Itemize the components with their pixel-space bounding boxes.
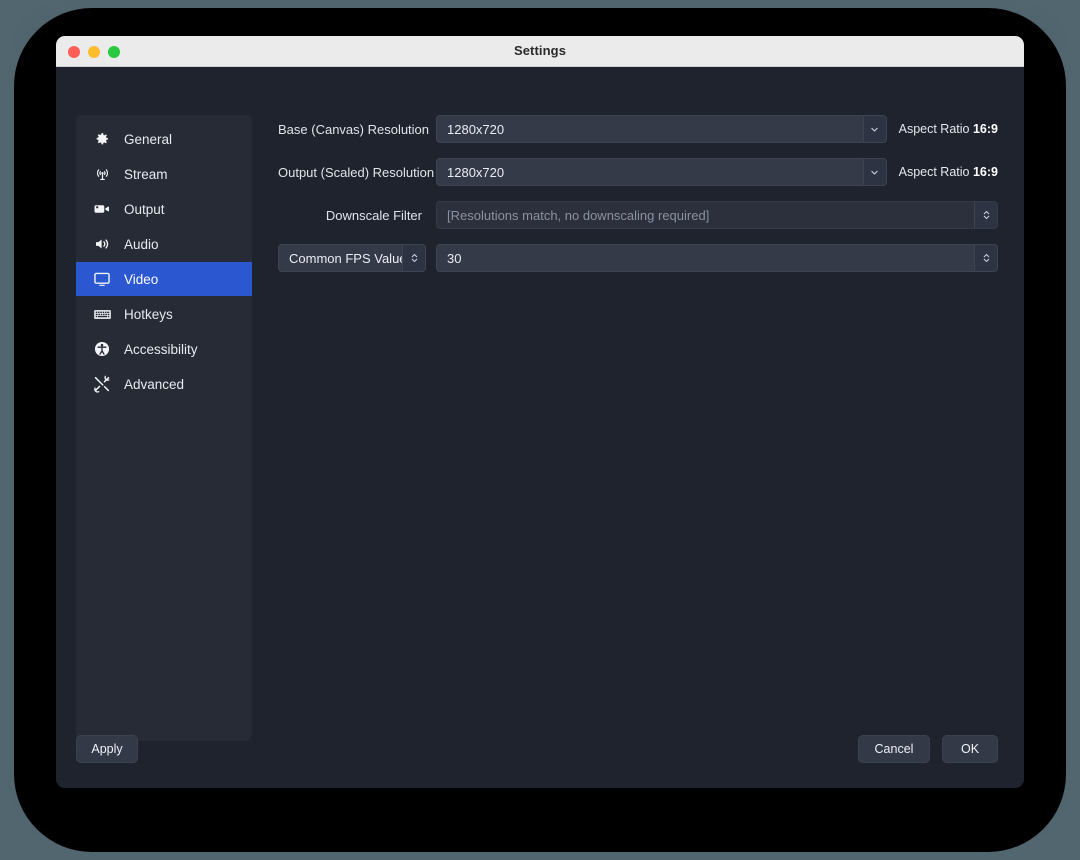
video-camera-icon <box>92 199 112 219</box>
base-resolution-row: Base (Canvas) Resolution 1280x720 Aspect… <box>278 115 998 143</box>
sidebar-item-label: Accessibility <box>124 342 198 357</box>
sidebar-item-hotkeys[interactable]: Hotkeys <box>76 297 252 331</box>
sidebar-item-label: Advanced <box>124 377 184 392</box>
sidebar-item-audio[interactable]: Audio <box>76 227 252 261</box>
downscale-filter-value: [Resolutions match, no downscaling requi… <box>437 202 974 228</box>
fps-type-value: Common FPS Values <box>279 245 402 271</box>
output-resolution-label: Output (Scaled) Resolution <box>278 165 436 180</box>
output-aspect-ratio: Aspect Ratio 16:9 <box>899 165 998 179</box>
fps-row: Common FPS Values 30 <box>278 244 998 272</box>
keyboard-icon <box>92 304 112 324</box>
sidebar-item-advanced[interactable]: Advanced <box>76 367 252 401</box>
gear-icon <box>92 129 112 149</box>
tools-icon <box>92 374 112 394</box>
accessibility-icon <box>92 339 112 359</box>
base-resolution-value: 1280x720 <box>437 116 863 142</box>
downscale-filter-combobox[interactable]: [Resolutions match, no downscaling requi… <box>436 201 998 229</box>
fps-type-combobox[interactable]: Common FPS Values <box>278 244 426 272</box>
output-aspect-ratio-value: 16:9 <box>973 165 998 179</box>
video-settings-form: Base (Canvas) Resolution 1280x720 Aspect… <box>278 115 998 287</box>
sidebar-item-label: Stream <box>124 167 168 182</box>
sidebar-item-label: Output <box>124 202 165 217</box>
base-aspect-ratio: Aspect Ratio 16:9 <box>899 122 998 136</box>
base-aspect-ratio-value: 16:9 <box>973 122 998 136</box>
settings-sidebar: General Stream <box>76 115 252 741</box>
chevron-down-icon[interactable] <box>863 116 886 142</box>
sidebar-item-video[interactable]: Video <box>76 262 252 296</box>
spinner-updown-icon[interactable] <box>974 202 997 228</box>
spinner-updown-icon[interactable] <box>402 245 425 271</box>
output-resolution-combobox[interactable]: 1280x720 <box>436 158 887 186</box>
settings-window: Settings General <box>56 36 1024 788</box>
output-resolution-row: Output (Scaled) Resolution 1280x720 Aspe… <box>278 158 998 186</box>
downscale-filter-label: Downscale Filter <box>278 208 436 223</box>
downscale-filter-row: Downscale Filter [Resolutions match, no … <box>278 201 998 229</box>
window-body: General Stream <box>56 67 1024 788</box>
broadcast-icon <box>92 164 112 184</box>
sidebar-item-general[interactable]: General <box>76 122 252 156</box>
spinner-updown-icon[interactable] <box>974 245 997 271</box>
sidebar-item-stream[interactable]: Stream <box>76 157 252 191</box>
sidebar-item-label: General <box>124 132 172 147</box>
monitor-icon <box>92 269 112 289</box>
fps-value-combobox[interactable]: 30 <box>436 244 998 272</box>
sidebar-item-label: Hotkeys <box>124 307 173 322</box>
output-resolution-value: 1280x720 <box>437 159 863 185</box>
window-titlebar: Settings <box>56 36 1024 67</box>
output-aspect-ratio-label: Aspect Ratio <box>899 165 970 179</box>
window-title: Settings <box>56 36 1024 66</box>
base-resolution-label: Base (Canvas) Resolution <box>278 122 436 137</box>
sidebar-item-label: Video <box>124 272 158 287</box>
chevron-down-icon[interactable] <box>863 159 886 185</box>
ok-button[interactable]: OK <box>942 735 998 763</box>
base-resolution-combobox[interactable]: 1280x720 <box>436 115 887 143</box>
apply-button[interactable]: Apply <box>76 735 138 763</box>
sidebar-item-label: Audio <box>124 237 159 252</box>
sidebar-item-output[interactable]: Output <box>76 192 252 226</box>
speaker-icon <box>92 234 112 254</box>
cancel-button[interactable]: Cancel <box>858 735 930 763</box>
sidebar-item-accessibility[interactable]: Accessibility <box>76 332 252 366</box>
fps-value: 30 <box>437 245 974 271</box>
base-aspect-ratio-label: Aspect Ratio <box>899 122 970 136</box>
